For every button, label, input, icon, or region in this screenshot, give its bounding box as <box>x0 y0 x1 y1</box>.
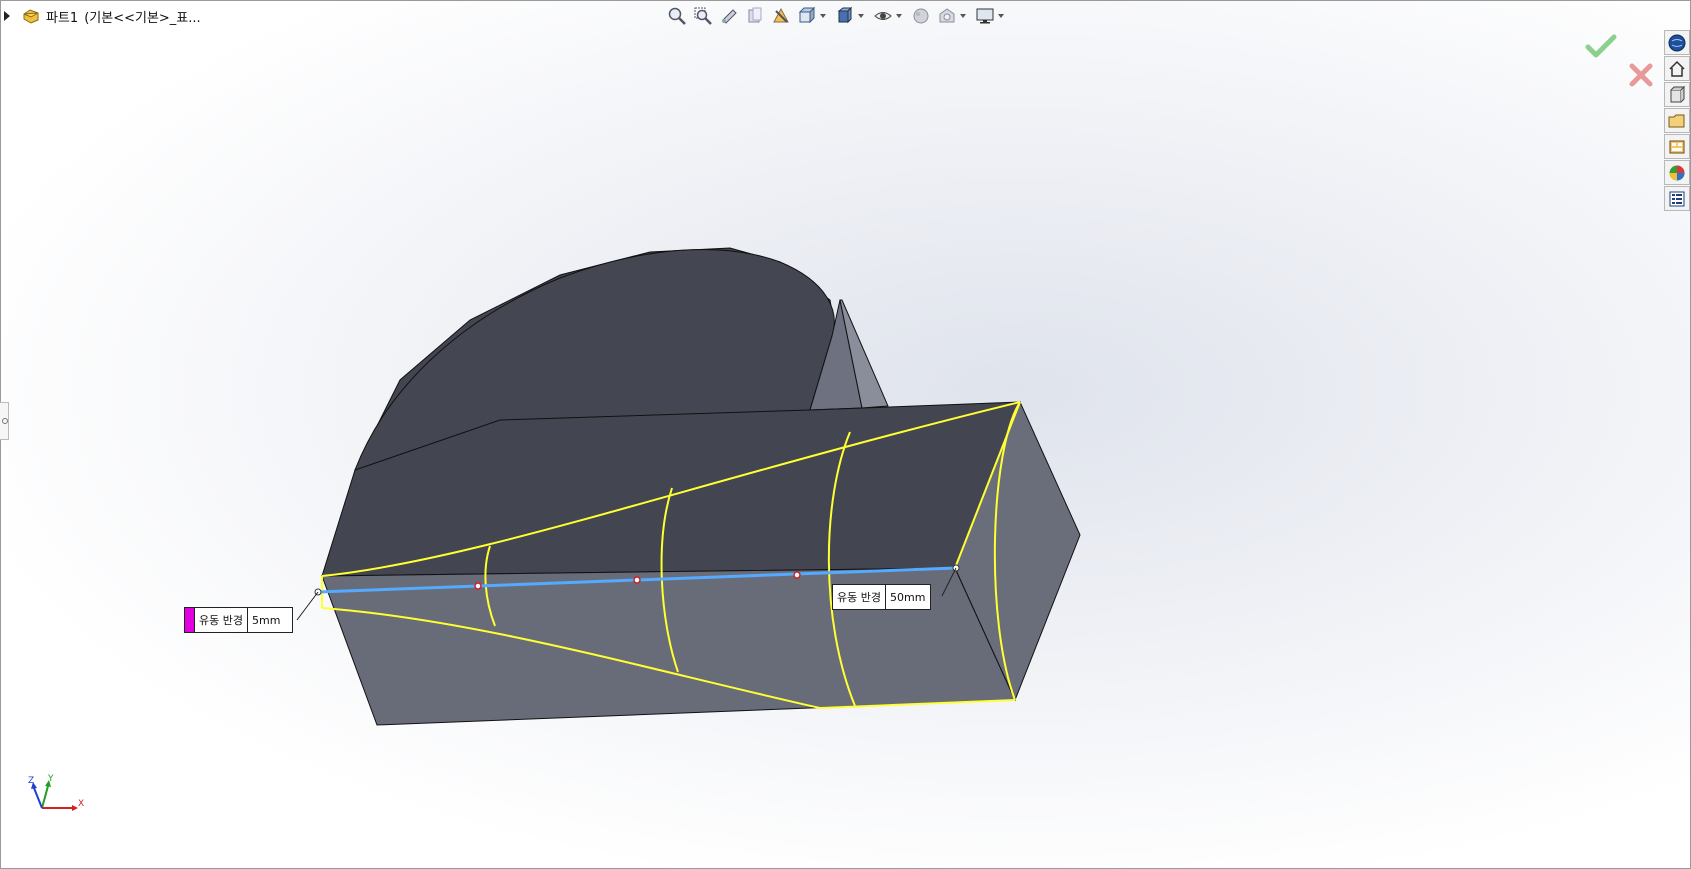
design-library-tab[interactable] <box>1664 82 1690 107</box>
custom-properties-tab[interactable] <box>1664 186 1690 211</box>
callout-value-input[interactable]: 5mm <box>248 608 292 632</box>
appearances-sphere-icon <box>1669 165 1685 180</box>
zoom-to-area-icon[interactable] <box>692 5 714 27</box>
previous-view-icon[interactable] <box>718 5 740 27</box>
fillet-radius-callout-start[interactable]: 유동 반경 5mm <box>184 607 293 633</box>
view-settings-dropdown-icon[interactable] <box>998 14 1004 18</box>
leader-line-1 <box>296 591 319 621</box>
resources-globe-icon <box>1668 34 1686 51</box>
fillet-radius-callout-end[interactable]: 유동 반경 50mm <box>832 584 931 610</box>
hide-show-dropdown-icon[interactable] <box>896 14 902 18</box>
view-orientation-dropdown-icon[interactable] <box>820 14 826 18</box>
view-palette-tab[interactable] <box>1664 134 1690 159</box>
edit-appearance-icon[interactable] <box>910 5 932 27</box>
hide-show-items-icon[interactable] <box>872 5 894 27</box>
configuration-name: (기본<<기본>_표... <box>84 10 201 26</box>
callout-label: 유동 반경 <box>195 608 248 632</box>
heads-up-view-toolbar <box>666 4 1008 28</box>
view-palette-icon <box>1669 140 1685 153</box>
reference-triad: Z Y X <box>28 774 84 811</box>
home-tab[interactable] <box>1664 56 1690 81</box>
expand-arrow-icon[interactable] <box>4 11 10 21</box>
feature-manager-collapse-tab[interactable] <box>0 402 9 440</box>
part-name: 파트1 <box>46 10 79 26</box>
cancel-x-icon[interactable] <box>1628 62 1654 88</box>
zoom-to-fit-icon[interactable] <box>666 5 688 27</box>
apply-scene-icon[interactable] <box>936 5 958 27</box>
part-icon <box>23 9 39 24</box>
triad-y-label: Y <box>47 774 54 784</box>
display-style-icon[interactable] <box>834 5 856 27</box>
properties-list-icon <box>1669 191 1685 206</box>
triad-x-label: X <box>78 799 84 809</box>
section-view-icon[interactable] <box>744 5 766 27</box>
callout-label: 유동 반경 <box>833 585 886 609</box>
feature-tree-root[interactable]: 파트1 (기본<<기본>_표... <box>4 6 201 26</box>
view-orientation-icon[interactable] <box>796 5 818 27</box>
file-explorer-tab[interactable] <box>1664 108 1690 133</box>
apply-scene-dropdown-icon[interactable] <box>960 14 966 18</box>
task-pane-tabs <box>1664 30 1690 211</box>
callout-selection-marker <box>185 608 195 632</box>
dynamic-annotation-icon[interactable] <box>770 5 792 27</box>
model-view[interactable] <box>0 0 1691 869</box>
home-icon <box>1669 60 1685 77</box>
display-style-dropdown-icon[interactable] <box>858 14 864 18</box>
solidworks-resources-tab[interactable] <box>1664 30 1690 55</box>
view-settings-icon[interactable] <box>974 5 996 27</box>
ok-checkmark-icon[interactable] <box>1585 34 1617 60</box>
callout-value-input[interactable]: 50mm <box>886 585 930 609</box>
library-icon <box>1670 85 1686 102</box>
appearances-tab[interactable] <box>1664 160 1690 185</box>
triad-z-label: Z <box>28 776 34 786</box>
folder-icon <box>1668 114 1685 127</box>
